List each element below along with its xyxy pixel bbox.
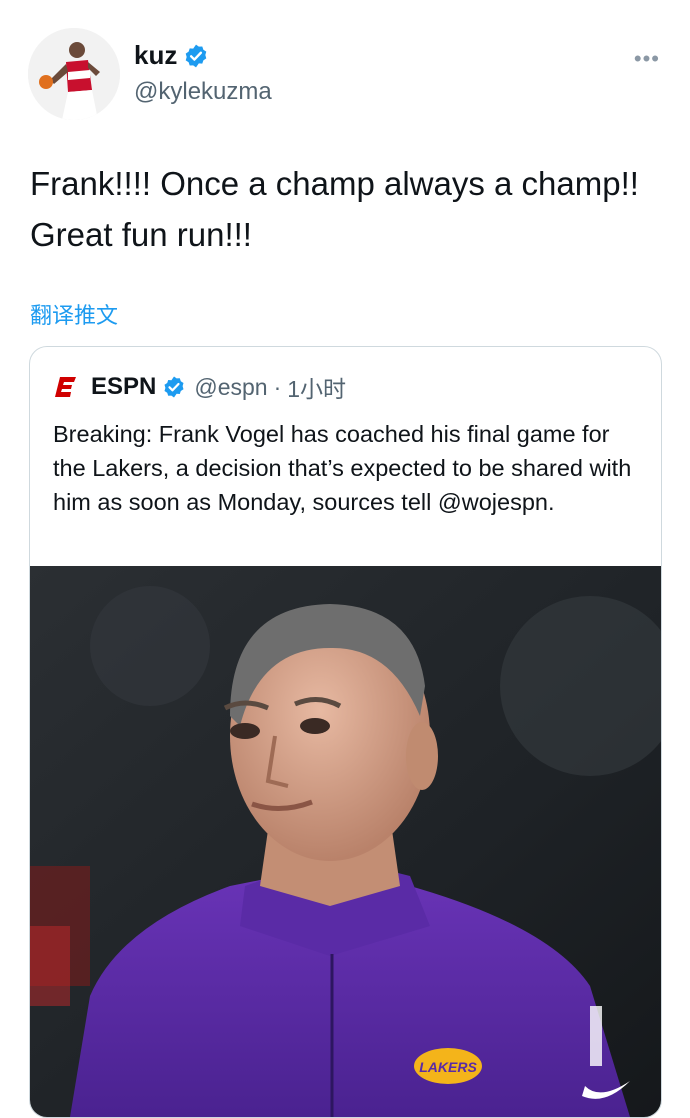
quoted-author-name[interactable]: ESPN xyxy=(91,373,156,401)
avatar-image xyxy=(28,28,120,120)
lakers-logo: LAKERS xyxy=(419,1059,477,1075)
tweet-text: Frank!!!! Once a champ always a champ!! … xyxy=(30,165,639,253)
verified-badge-icon xyxy=(164,376,184,398)
more-options-icon[interactable]: ••• xyxy=(634,46,660,72)
author-avatar[interactable] xyxy=(28,28,120,120)
quoted-tweet-header: ESPN @espn · 1小时 xyxy=(55,371,346,403)
espn-logo-icon xyxy=(55,377,76,397)
quoted-tweet-photo[interactable]: LAKERS xyxy=(30,566,661,1117)
quoted-separator: · xyxy=(273,373,282,400)
author-display-name[interactable]: kuz xyxy=(134,40,177,71)
author-handle[interactable]: @kylekuzma xyxy=(134,78,272,106)
quoted-tweet-text: Breaking: Frank Vogel has coached his fi… xyxy=(53,421,632,515)
author-name-row[interactable]: kuz xyxy=(134,40,209,71)
quoted-author-handle[interactable]: @espn xyxy=(194,374,267,401)
quoted-timestamp[interactable]: 1小时 xyxy=(287,370,346,404)
translate-tweet-link[interactable]: 翻译推文 xyxy=(30,298,118,330)
verified-badge-icon xyxy=(186,44,207,67)
quoted-tweet-card[interactable]: ESPN @espn · 1小时 Breaking: Frank Vogel h… xyxy=(29,346,662,1118)
